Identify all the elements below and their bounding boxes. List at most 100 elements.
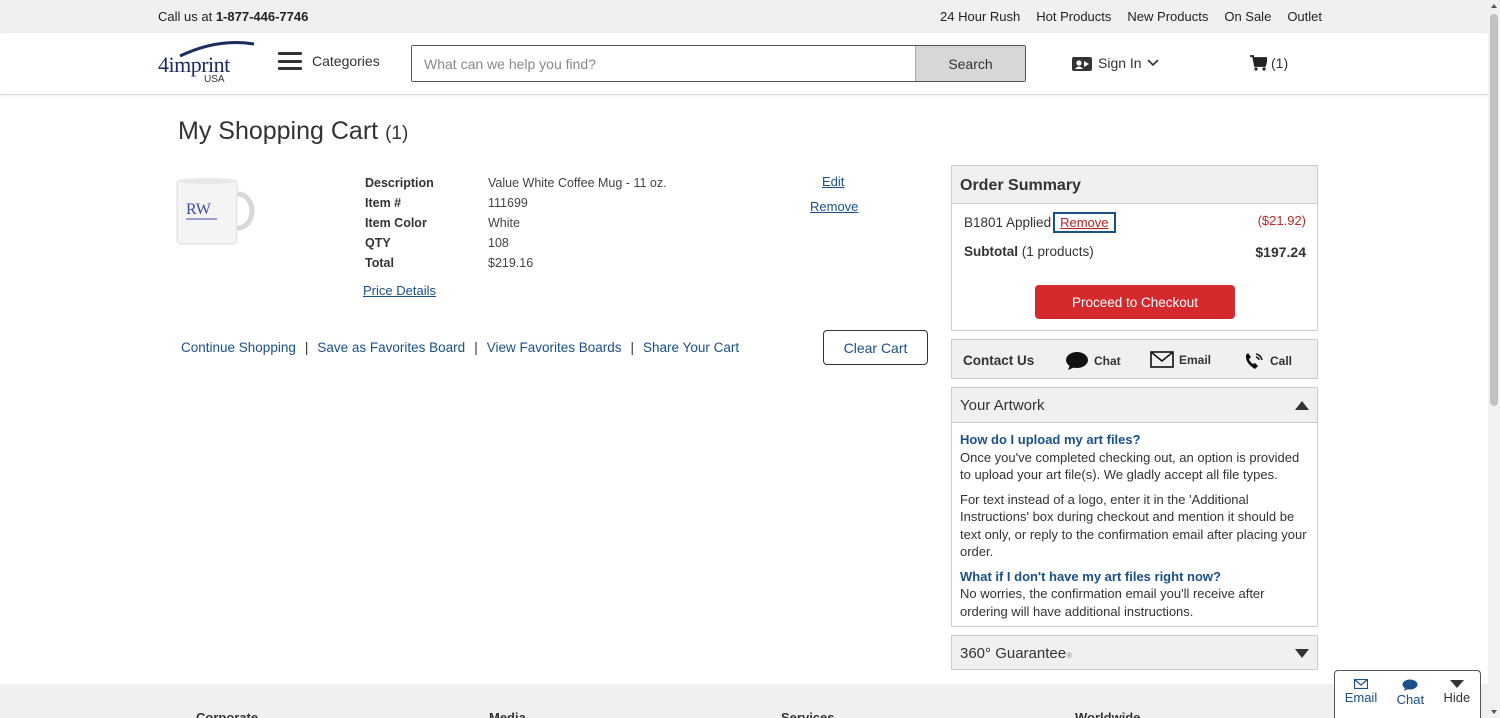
link-outlet[interactable]: Outlet: [1287, 9, 1322, 24]
share-cart-link[interactable]: Share Your Cart: [643, 340, 739, 355]
price-details-link[interactable]: Price Details: [363, 283, 436, 298]
edit-item-link[interactable]: Edit: [822, 174, 844, 189]
subtotal-note: (1 products): [1021, 244, 1094, 259]
separator: |: [474, 340, 478, 355]
your-artwork-panel: Your Artwork How do I upload my art file…: [951, 387, 1318, 627]
contact-email-label: Email: [1179, 352, 1212, 367]
artwork-question-upload: How do I upload my art files?: [960, 432, 1141, 447]
link-24-hour-rush[interactable]: 24 Hour Rush: [940, 9, 1020, 24]
detail-label: Item Color: [365, 216, 427, 230]
separator: |: [630, 340, 635, 355]
page-scrollbar[interactable]: [1488, 0, 1500, 718]
artwork-answer-upload: Once you've completed checking out, an o…: [960, 449, 1300, 483]
save-favorites-board-link[interactable]: Save as Favorites Board: [317, 340, 465, 355]
footer: Corporate Media Services Worldwide: [0, 684, 1488, 718]
detail-value: 111699: [488, 196, 528, 210]
phone-number[interactable]: 1-877-446-7746: [216, 9, 309, 24]
envelope-icon: [1353, 679, 1368, 689]
search-input[interactable]: [412, 46, 915, 81]
discount-amount: ($21.92): [1257, 213, 1306, 228]
item-details: Description Value White Coffee Mug - 11 …: [365, 173, 667, 273]
scroll-up-icon[interactable]: [1491, 4, 1497, 8]
widget-chat-label: Chat: [1396, 692, 1425, 707]
chevron-down-icon: [1147, 59, 1159, 67]
remove-item-link[interactable]: Remove: [810, 199, 858, 214]
contact-chat-label: Chat: [1094, 354, 1121, 368]
call-us-prefix: Call us at: [158, 9, 213, 24]
your-artwork-title: Your Artwork: [960, 397, 1045, 414]
continue-shopping-link[interactable]: Continue Shopping: [181, 340, 296, 355]
view-favorites-boards-link[interactable]: View Favorites Boards: [487, 340, 622, 355]
guarantee-title: 360° Guarantee: [960, 645, 1067, 662]
footer-col-services[interactable]: Services: [781, 710, 835, 718]
chevron-down-icon: [1449, 680, 1464, 688]
guarantee-header[interactable]: 360° Guarantee®: [951, 635, 1318, 670]
contact-call-button[interactable]: Call: [1243, 351, 1292, 371]
link-on-sale[interactable]: On Sale: [1224, 9, 1271, 24]
remove-promo-link[interactable]: Remove: [1053, 212, 1116, 233]
contact-us-bar: Contact Us Chat Email Call: [951, 339, 1318, 379]
help-widget: Email Chat Hide: [1334, 670, 1481, 718]
logo-country: USA: [204, 74, 225, 85]
artwork-answer-no-files: No worries, the confirmation email you'l…: [960, 586, 1265, 619]
search-button[interactable]: Search: [915, 46, 1025, 81]
footer-col-worldwide[interactable]: Worldwide: [1075, 710, 1140, 718]
detail-value: White: [488, 216, 520, 230]
subtotal-label-text: Subtotal: [964, 244, 1018, 259]
collapse-arrow-icon: [1295, 401, 1309, 410]
separator: |: [304, 340, 309, 355]
call-us: Call us at 1-877-446-7746: [158, 9, 308, 24]
widget-email-label: Email: [1344, 690, 1378, 705]
account-icon: [1072, 57, 1092, 71]
promo-applied: B1801 Applied Remove: [964, 212, 1116, 233]
page-title-text: My Shopping Cart: [178, 117, 379, 145]
order-summary-panel: Order Summary B1801 Applied Remove ($21.…: [951, 165, 1318, 331]
mug-image-icon: RW: [176, 178, 255, 245]
scrollbar-thumb[interactable]: [1490, 14, 1498, 406]
cart-button[interactable]: (1): [1250, 55, 1288, 71]
contact-chat-button[interactable]: Chat: [1065, 351, 1121, 371]
detail-row-item-color: Item Color White: [365, 213, 667, 233]
page-title: My Shopping Cart (1): [178, 117, 408, 146]
artwork-answer-text: For text instead of a logo, enter it in …: [960, 491, 1307, 560]
detail-row-description: Description Value White Coffee Mug - 11 …: [365, 173, 667, 193]
your-artwork-header[interactable]: Your Artwork: [952, 388, 1317, 423]
cart-count: (1): [1271, 55, 1289, 71]
detail-label: Item #: [365, 196, 402, 210]
categories-menu-button[interactable]: Categories: [278, 52, 380, 70]
subtotal-label: Subtotal (1 products): [964, 244, 1094, 259]
sign-in-button[interactable]: Sign In: [1071, 54, 1159, 72]
widget-chat-button[interactable]: Chat: [1397, 679, 1424, 718]
detail-value: $219.16: [488, 256, 534, 270]
clear-cart-button[interactable]: Clear Cart: [823, 330, 928, 365]
chat-bubble-icon: [1402, 679, 1418, 691]
contact-email-button[interactable]: Email: [1150, 351, 1211, 368]
widget-hide-button[interactable]: Hide: [1443, 679, 1471, 718]
detail-value: 108: [488, 236, 509, 250]
sign-in-label: Sign In: [1098, 55, 1142, 71]
registered-mark: ®: [1066, 651, 1072, 660]
link-hot-products[interactable]: Hot Products: [1036, 9, 1111, 24]
proceed-to-checkout-button[interactable]: Proceed to Checkout: [1035, 285, 1235, 319]
contact-us-label: Contact Us: [963, 353, 1035, 368]
chat-bubble-icon: [1066, 352, 1088, 370]
promo-code-text: B1801 Applied: [964, 215, 1052, 230]
page-title-count: (1): [385, 123, 409, 144]
site-logo[interactable]: 4imprint USA: [158, 40, 258, 88]
utility-links: 24 Hour Rush Hot Products New Products O…: [940, 9, 1322, 24]
site-header: 4imprint USA Categories Search Sign In (…: [0, 33, 1488, 95]
product-image[interactable]: RW: [172, 174, 258, 250]
detail-row-qty: QTY 108: [365, 233, 667, 253]
scroll-down-icon[interactable]: [1491, 710, 1497, 714]
widget-hide-label: Hide: [1443, 690, 1471, 705]
link-new-products[interactable]: New Products: [1127, 9, 1208, 24]
envelope-icon: [1150, 351, 1174, 368]
footer-col-media[interactable]: Media: [489, 710, 526, 718]
widget-email-button[interactable]: Email: [1344, 679, 1378, 718]
contact-call-label: Call: [1270, 354, 1293, 368]
cart-icon: [1250, 55, 1267, 71]
detail-value: Value White Coffee Mug - 11 oz.: [488, 176, 667, 190]
detail-label: Description: [365, 176, 434, 190]
footer-col-corporate[interactable]: Corporate: [196, 710, 258, 718]
detail-row-item-number: Item # 111699: [365, 193, 667, 213]
